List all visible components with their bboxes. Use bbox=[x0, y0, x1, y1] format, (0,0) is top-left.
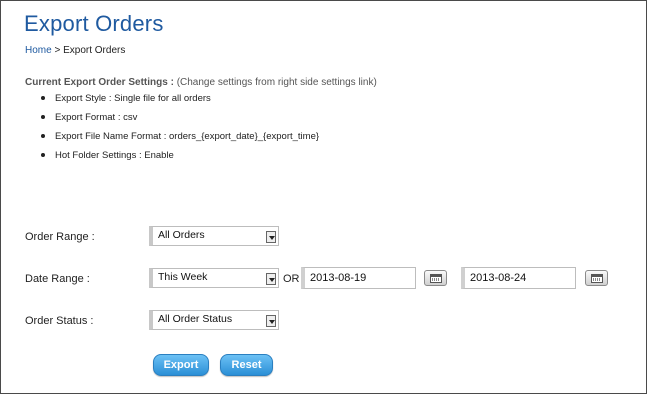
breadcrumb-separator: > bbox=[54, 45, 61, 56]
chevron-down-icon[interactable] bbox=[266, 273, 276, 285]
settings-heading-note: (Change settings from right side setting… bbox=[176, 77, 377, 88]
breadcrumb-current: Export Orders bbox=[63, 45, 126, 56]
breadcrumb-home-link[interactable]: Home bbox=[25, 45, 52, 56]
export-button[interactable]: Export bbox=[153, 354, 209, 376]
settings-heading-label: Current Export Order Settings : bbox=[25, 77, 174, 88]
order-status-value: All Order Status bbox=[158, 313, 233, 325]
settings-item: Export Format : csv bbox=[41, 112, 319, 131]
settings-item: Hot Folder Settings : Enable bbox=[41, 150, 319, 169]
date-range-select[interactable]: This Week bbox=[149, 268, 279, 288]
date-range-label: Date Range : bbox=[25, 273, 90, 285]
order-range-label: Order Range : bbox=[25, 231, 95, 243]
settings-heading: Current Export Order Settings : (Change … bbox=[25, 77, 377, 88]
order-status-label: Order Status : bbox=[25, 315, 94, 327]
calendar-icon bbox=[591, 274, 603, 283]
order-range-select[interactable]: All Orders bbox=[149, 226, 279, 246]
or-label: OR bbox=[283, 273, 300, 285]
from-date-input[interactable]: 2013-08-19 bbox=[301, 267, 416, 289]
export-orders-panel: Export Orders Home > Export Orders Curre… bbox=[0, 0, 647, 394]
breadcrumb: Home > Export Orders bbox=[25, 45, 125, 56]
order-range-value: All Orders bbox=[158, 229, 205, 241]
chevron-down-icon[interactable] bbox=[266, 315, 276, 327]
chevron-down-icon[interactable] bbox=[266, 231, 276, 243]
settings-item: Export File Name Format : orders_{export… bbox=[41, 131, 319, 150]
reset-button[interactable]: Reset bbox=[220, 354, 273, 376]
from-date-calendar-button[interactable] bbox=[424, 270, 447, 286]
date-range-value: This Week bbox=[158, 271, 208, 283]
to-date-input[interactable]: 2013-08-24 bbox=[461, 267, 576, 289]
page-title: Export Orders bbox=[24, 11, 164, 36]
order-status-select[interactable]: All Order Status bbox=[149, 310, 279, 330]
calendar-icon bbox=[430, 274, 442, 283]
to-date-calendar-button[interactable] bbox=[585, 270, 608, 286]
settings-list: Export Style : Single file for all order… bbox=[41, 93, 319, 169]
settings-item: Export Style : Single file for all order… bbox=[41, 93, 319, 112]
